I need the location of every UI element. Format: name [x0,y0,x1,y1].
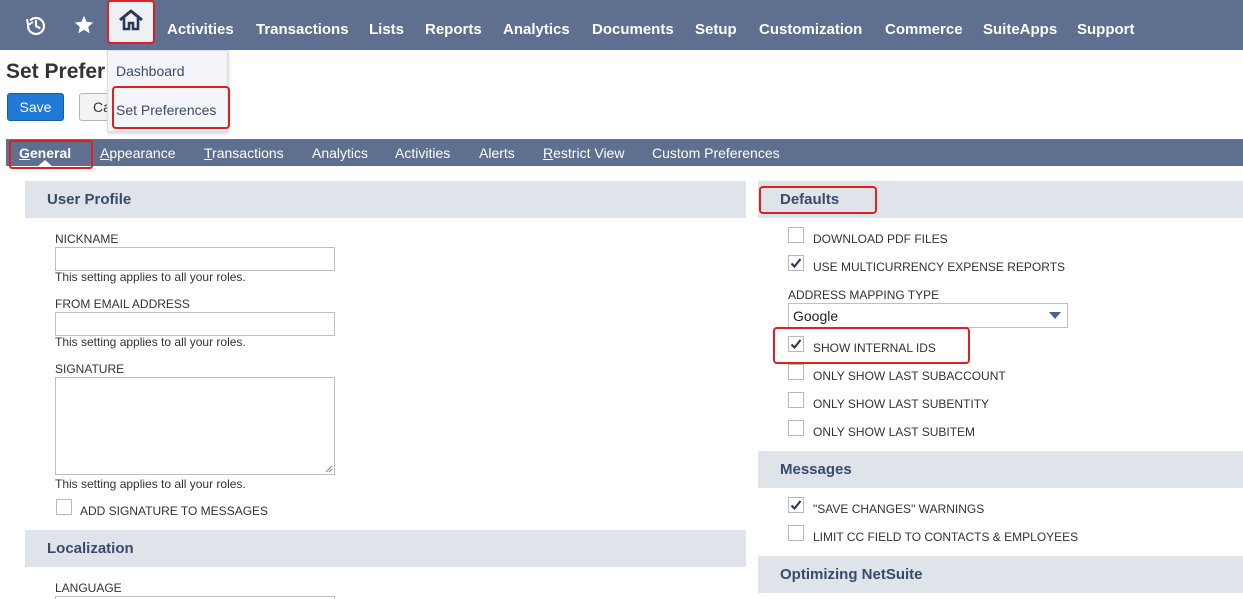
last-subaccount-label: ONLY SHOW LAST SUBACCOUNT [813,369,1006,383]
from-email-hint: This setting applies to all your roles. [55,335,246,349]
signature-textarea[interactable] [55,377,335,475]
checkmark-icon [790,258,802,269]
nav-suiteapps[interactable]: SuiteApps [983,0,1057,50]
nav-analytics[interactable]: Analytics [503,0,570,50]
address-mapping-label: ADDRESS MAPPING TYPE [788,288,940,302]
add-signature-checkbox[interactable] [56,499,72,515]
section-localization[interactable]: Localization [25,530,746,567]
limit-cc-checkbox[interactable] [788,525,804,541]
tab-activities[interactable]: Activities [395,139,450,166]
nav-setup[interactable]: Setup [695,0,737,50]
nav-support[interactable]: Support [1077,0,1135,50]
home-icon [118,8,144,37]
preferences-tab-bar: General Appearance Transactions Analytic… [6,139,1243,166]
section-messages[interactable]: Messages [758,451,1243,488]
language-label: LANGUAGE [55,581,122,595]
checkmark-icon [790,500,802,511]
chevron-down-icon [1049,312,1061,319]
top-navigation-bar: Activities Transactions Lists Reports An… [0,0,1243,50]
address-mapping-value: Google [793,308,839,324]
general-tab-highlight [9,140,93,169]
last-subitem-checkbox[interactable] [788,420,804,436]
section-user-profile[interactable]: User Profile [25,181,746,218]
tab-analytics[interactable]: Analytics [312,139,368,166]
nav-customization[interactable]: Customization [759,0,862,50]
last-subitem-label: ONLY SHOW LAST SUBITEM [813,425,976,439]
download-pdf-label: DOWNLOAD PDF FILES [813,232,948,246]
signature-label: SIGNATURE [55,362,125,376]
show-internal-ids-highlight [773,327,970,364]
page-title: Set Prefer [6,60,106,83]
tab-restrict-view[interactable]: Restrict View [543,139,624,166]
last-subentity-checkbox[interactable] [788,392,804,408]
nav-transactions[interactable]: Transactions [256,0,349,50]
defaults-highlight [759,186,877,214]
dropdown-item-dashboard[interactable]: Dashboard [116,63,185,79]
home-button[interactable] [107,0,155,44]
multicurrency-label: USE MULTICURRENCY EXPENSE REPORTS [813,260,1066,274]
save-changes-checkbox[interactable] [788,497,804,513]
address-mapping-select[interactable]: Google [788,303,1068,328]
from-email-input[interactable] [55,312,335,336]
last-subentity-label: ONLY SHOW LAST SUBENTITY [813,397,990,411]
star-icon[interactable] [70,0,98,50]
nickname-hint: This setting applies to all your roles. [55,270,246,284]
multicurrency-checkbox[interactable] [788,255,804,271]
nickname-input[interactable] [55,247,335,271]
from-email-label: FROM EMAIL ADDRESS [55,297,190,311]
tab-custom-preferences[interactable]: Custom Preferences [652,139,780,166]
nickname-label: NICKNAME [55,232,119,246]
set-preferences-highlight [112,86,230,129]
nav-lists[interactable]: Lists [369,0,404,50]
add-signature-label: ADD SIGNATURE TO MESSAGES [80,504,269,518]
signature-hint: This setting applies to all your roles. [55,477,246,491]
nav-reports[interactable]: Reports [425,0,482,50]
nav-documents[interactable]: Documents [592,0,674,50]
section-optimizing-netsuite[interactable]: Optimizing NetSuite [758,556,1243,593]
download-pdf-checkbox[interactable] [788,227,804,243]
save-button[interactable]: Save [7,93,64,121]
resize-grip-icon[interactable] [325,465,333,473]
limit-cc-label: LIMIT CC FIELD TO CONTACTS & EMPLOYEES [813,530,1079,544]
nav-commerce[interactable]: Commerce [885,0,963,50]
history-icon[interactable] [20,0,50,50]
tab-alerts[interactable]: Alerts [479,139,515,166]
last-subaccount-checkbox[interactable] [788,364,804,380]
save-changes-label: "SAVE CHANGES" WARNINGS [813,502,985,516]
nav-activities[interactable]: Activities [167,0,234,50]
tab-transactions[interactable]: Transactions [204,139,284,166]
tab-appearance[interactable]: Appearance [100,139,176,166]
